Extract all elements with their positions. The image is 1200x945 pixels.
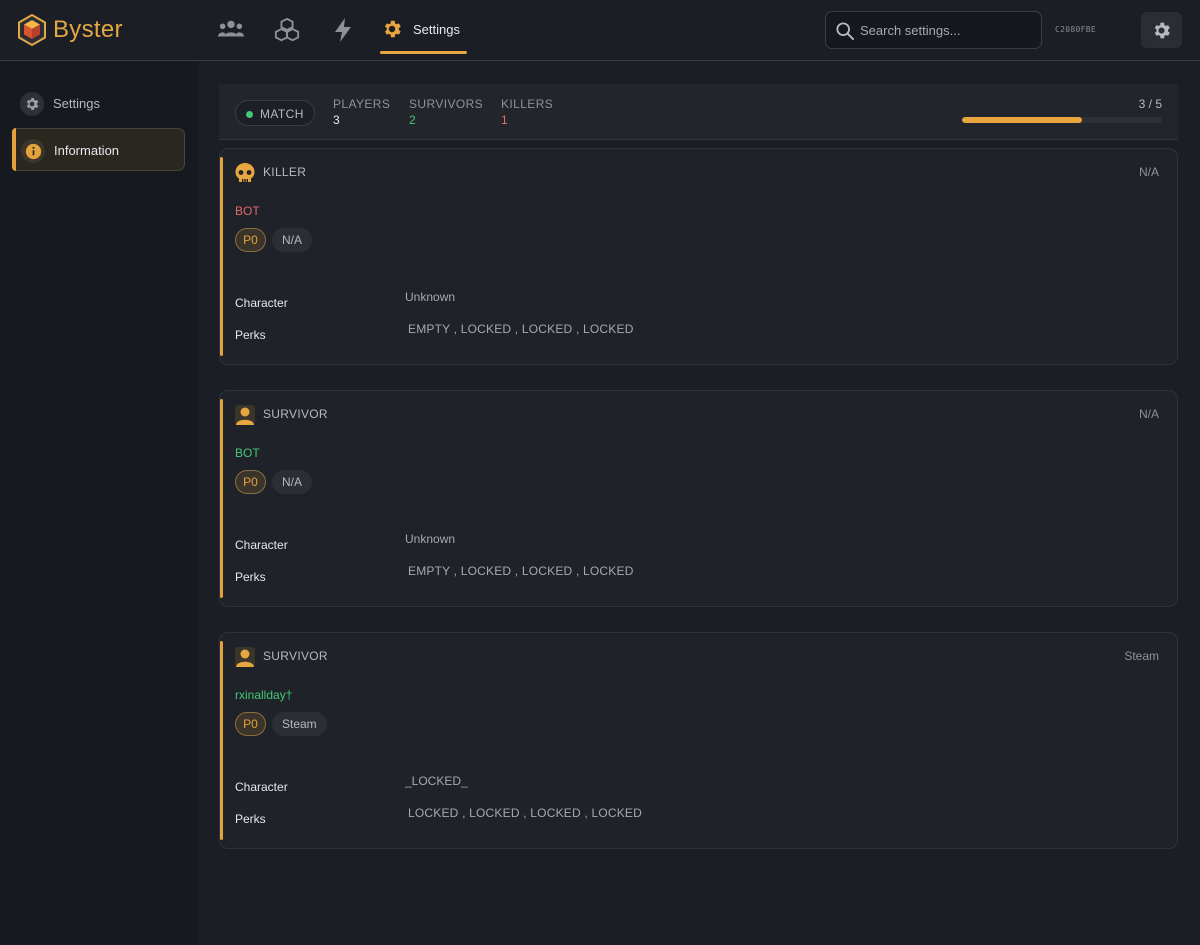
platform-badge: N/A [272,470,313,494]
match-status-badge: MATCH [235,100,315,126]
search-box[interactable] [825,11,1042,49]
main-content: MATCH PLAYERS 3 SURVIVORS 2 KILLERS 1 3 … [198,62,1200,945]
perks-value: LOCKED , LOCKED , LOCKED , LOCKED [408,806,642,820]
gear-icon [1154,22,1170,38]
card-accent [220,641,223,840]
perks-label: Perks [235,570,266,584]
sidebar-item-label: Information [54,143,120,158]
gear-icon [384,20,401,38]
character-label: Character [235,780,288,794]
player-name: rxinallday† [235,688,293,702]
platform-badge: Steam [272,712,327,736]
app-logo[interactable]: Byster [17,14,123,46]
stat-value: 2 [409,113,416,127]
top-bar: Byster Settings Search settings... C2080… [0,0,1200,61]
lightning-icon [335,18,351,42]
character-value: Unknown [405,532,456,546]
progress-fill [962,117,1082,123]
player-name: BOT [235,446,260,460]
search-input[interactable] [860,20,1035,40]
character-label: Character [235,538,288,552]
perks-label: Perks [235,812,266,826]
perks-value: EMPTY , LOCKED , LOCKED , LOCKED [408,564,634,578]
player-platform: N/A [1138,407,1159,421]
hwid-label: C2080FBE [1055,25,1096,34]
player-card: KILLER N/A BOT P0 N/A Character Unknown … [219,148,1178,365]
stat-value: 1 [501,113,508,127]
nav-actions[interactable] [329,16,357,44]
nav-settings-label: Settings [413,22,460,37]
users-icon [218,20,244,37]
sidebar-item-settings[interactable]: Settings [12,82,185,125]
stat-value: 3 [333,113,340,127]
player-name: BOT [235,204,260,218]
stat-killers: KILLERS 1 [501,97,553,127]
stat-players: PLAYERS 3 [333,97,390,127]
player-count-label: 3 / 5 [1138,97,1162,111]
player-role: KILLER [263,165,307,179]
cubes-icon [274,17,300,42]
app-name: Byster [53,16,123,43]
sidebar: Settings Information [0,62,198,945]
stat-label: KILLERS [501,97,554,111]
nav-players[interactable] [217,16,245,44]
card-accent [220,399,223,598]
stat-label: PLAYERS [333,97,391,111]
player-role: SURVIVOR [263,407,328,421]
card-accent [220,157,223,356]
character-label: Character [235,296,288,310]
global-settings-button[interactable] [1141,12,1182,48]
sidebar-item-label: Settings [53,96,100,111]
person-icon [235,647,255,667]
player-card: SURVIVOR Steam rxinallday† P0 Steam Char… [219,632,1178,849]
player-platform: N/A [1138,165,1159,179]
sidebar-item-information[interactable]: Information [12,128,185,171]
stat-label: SURVIVORS [409,97,484,111]
prestige-badge: P0 [235,228,266,252]
player-platform: Steam [1124,649,1159,663]
match-label: MATCH [260,107,304,121]
prestige-badge: P0 [235,712,266,736]
nav-settings-tab[interactable]: Settings [380,12,467,55]
character-value: Unknown [405,290,456,304]
player-role: SURVIVOR [263,649,328,663]
perks-value: EMPTY , LOCKED , LOCKED , LOCKED [408,322,634,336]
stat-survivors: SURVIVORS 2 [409,97,483,127]
player-card: SURVIVOR N/A BOT P0 N/A Character Unknow… [219,390,1178,607]
active-tab-indicator [380,51,467,54]
search-icon [836,22,854,40]
gear-icon [20,92,44,116]
prestige-badge: P0 [235,470,266,494]
match-stats-bar: MATCH PLAYERS 3 SURVIVORS 2 KILLERS 1 3 … [219,84,1178,140]
status-dot [246,111,253,118]
character-value: _LOCKED_ [405,774,468,788]
cube-logo-icon [18,14,46,46]
info-icon [21,139,45,163]
nav-modules[interactable] [273,16,301,44]
active-item-indicator [12,128,16,171]
player-count-progress [962,117,1162,123]
skull-icon [235,163,255,182]
platform-badge: N/A [272,228,313,252]
person-icon [235,405,255,425]
perks-label: Perks [235,328,266,342]
